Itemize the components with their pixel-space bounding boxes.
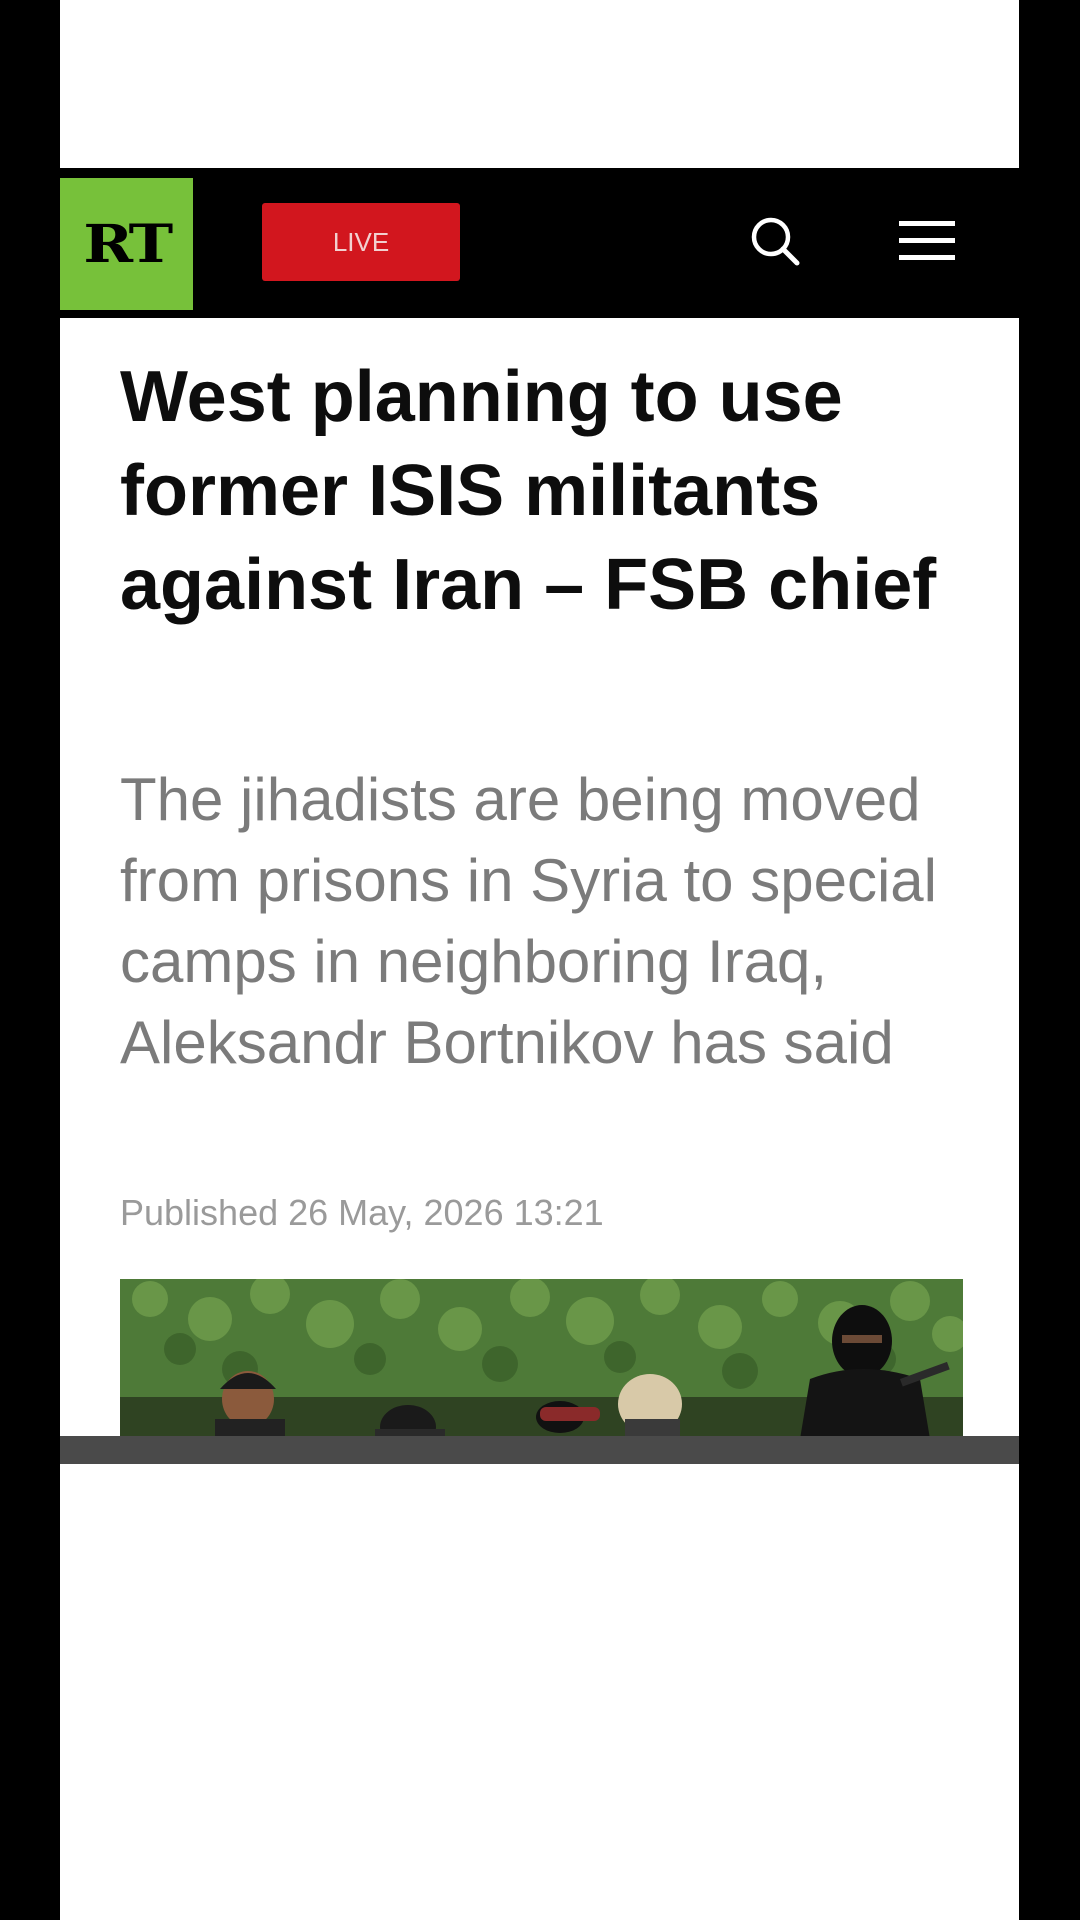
live-button[interactable]: LIVE	[262, 203, 460, 281]
publish-date: Published 26 May, 2026 13:21	[120, 1192, 604, 1233]
video-progress-bar[interactable]	[60, 1436, 1019, 1464]
logo-text: RT	[83, 213, 173, 275]
hamburger-menu-icon	[899, 221, 955, 260]
article-photo-image	[120, 1279, 963, 1436]
search-icon	[751, 217, 800, 266]
rt-logo[interactable]: RT	[60, 178, 193, 310]
article-summary: The jihadists are being moved from priso…	[120, 766, 937, 1076]
site-header: RT LIVE	[60, 168, 1019, 318]
article-headline: West planning to use former ISIS militan…	[120, 357, 937, 625]
search-button[interactable]	[740, 206, 810, 276]
screen: RT LIVE West planning to use former ISIS…	[60, 0, 1019, 1920]
menu-button[interactable]	[892, 206, 962, 276]
article-photo[interactable]	[120, 1279, 963, 1436]
